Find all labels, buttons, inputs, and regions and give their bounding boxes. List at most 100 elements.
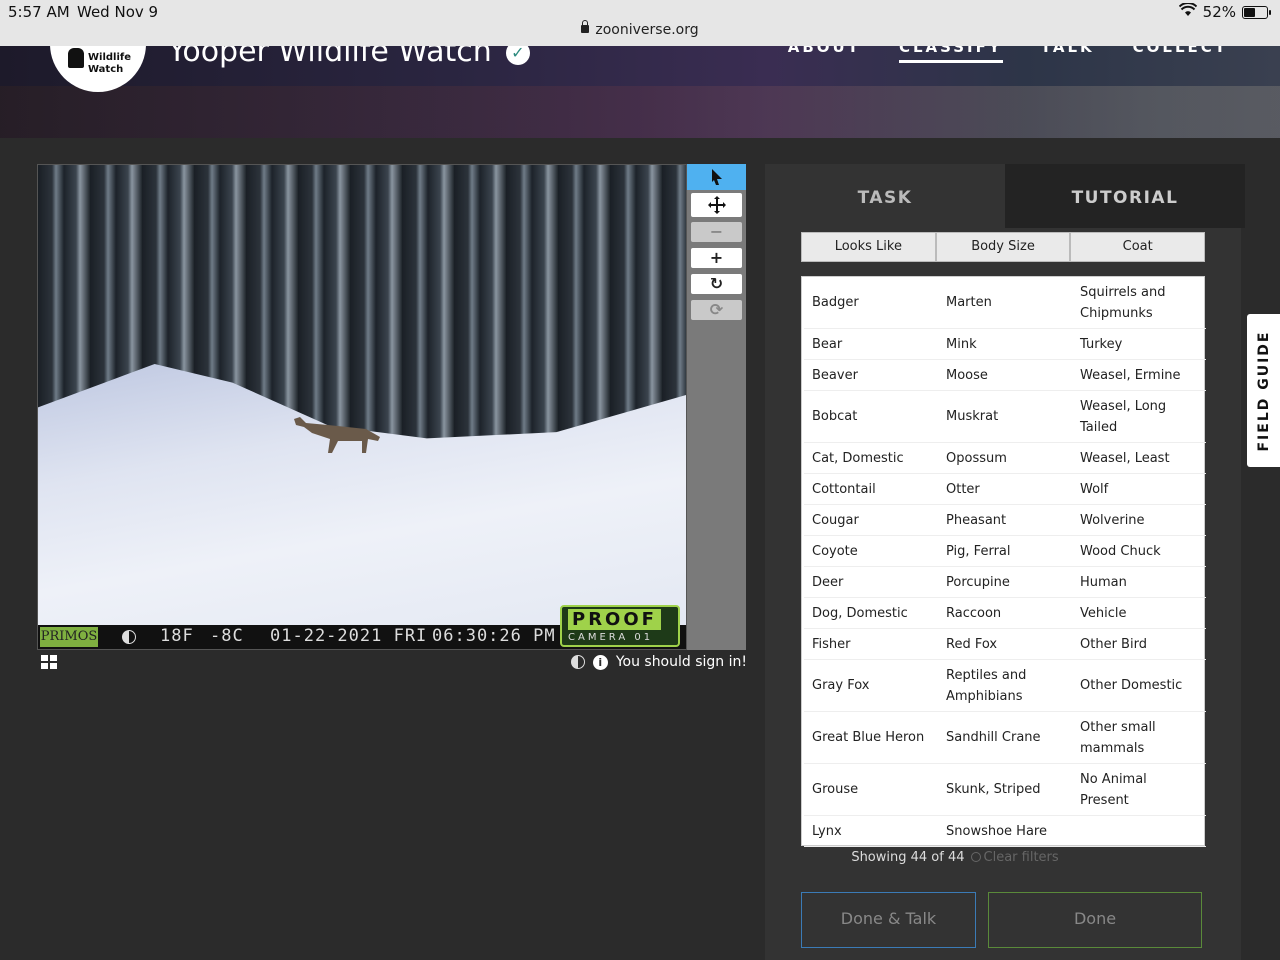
choice-item[interactable]: Sandhill Crane [938, 712, 1072, 764]
choice-item[interactable]: Otter [938, 474, 1072, 505]
subject-viewer[interactable]: PRIMOS 18F -8C 01-22-2021 FRI 06:30:26 P… [37, 164, 687, 650]
filter-button[interactable]: Body Size [935, 232, 1071, 262]
url-bar[interactable]: zooniverse.org [0, 20, 1280, 38]
battery-fill [1244, 7, 1255, 17]
choice-item[interactable]: Gray Fox [804, 660, 938, 712]
choice-item[interactable]: Moose [938, 360, 1072, 391]
choice-grid: Badger Marten Squirrels and Chipmunks Bear M… [801, 276, 1206, 847]
choice-item[interactable]: Wood Chuck [1072, 536, 1206, 567]
choice-item[interactable]: Vehicle [1072, 598, 1206, 629]
url-text: zooniverse.org [595, 22, 699, 38]
pointer-tool-button[interactable] [687, 164, 746, 190]
choice-item[interactable]: Weasel, Long Tailed [1072, 391, 1206, 443]
primos-logo: PRIMOS [40, 627, 98, 647]
battery-percent: 52% [1202, 3, 1236, 21]
tab-task[interactable]: TASK [765, 164, 1005, 228]
lock-icon [581, 20, 590, 33]
info-icon[interactable]: i [592, 654, 608, 670]
choice-item[interactable]: Other small mammals [1072, 712, 1206, 764]
choice-item[interactable]: Red Fox [938, 629, 1072, 660]
project-logo[interactable]: Wildlife Watch [50, 46, 146, 92]
done-and-talk-button[interactable]: Done & Talk [801, 892, 976, 948]
choice-empty [1072, 816, 1206, 847]
reset-button[interactable]: ⟳ [691, 300, 742, 320]
choice-item[interactable]: Opossum [938, 443, 1072, 474]
choice-item[interactable]: Coyote [804, 536, 938, 567]
showing-counter: Showing 44 of 44 Clear filters [851, 850, 1059, 865]
viewer-footer-right: i You should sign in! [570, 654, 747, 670]
filter-button[interactable]: Coat [1070, 232, 1206, 262]
choice-item[interactable]: Cat, Domestic [804, 443, 938, 474]
nav-collect[interactable]: COLLECT [1133, 46, 1228, 63]
logo-wolf-icon [68, 48, 84, 68]
zoom-in-button[interactable]: + [691, 248, 742, 268]
zoom-out-button[interactable]: − [691, 222, 742, 242]
grid-icon[interactable] [41, 655, 57, 669]
invert-icon[interactable] [570, 655, 585, 669]
choice-item[interactable]: Squirrels and Chipmunks [1072, 277, 1206, 329]
choice-item[interactable]: Skunk, Striped [938, 764, 1072, 816]
deer-figure [294, 417, 380, 453]
pointer-icon [711, 169, 722, 185]
capture-date: 01-22-2021 FRI [270, 626, 428, 646]
filter-button[interactable]: Looks Like [801, 232, 936, 262]
ban-icon [970, 852, 981, 862]
clear-filters-button[interactable]: Clear filters [970, 850, 1059, 865]
field-guide-tab[interactable]: FIELD GUIDE [1247, 314, 1280, 467]
choice-item[interactable]: Snowshoe Hare [938, 816, 1072, 847]
project-nav: ABOUT CLASSIFY TALK COLLECT [788, 46, 1228, 63]
choice-item[interactable]: Weasel, Ermine [1072, 360, 1206, 391]
subject-image[interactable]: PRIMOS 18F -8C 01-22-2021 FRI 06:30:26 P… [38, 165, 686, 649]
verified-check-icon: ✓ [505, 46, 530, 65]
choice-item[interactable]: Bear [804, 329, 938, 360]
choice-item[interactable]: Porcupine [938, 567, 1072, 598]
status-right: 52% [1178, 2, 1271, 21]
nav-talk[interactable]: TALK [1041, 46, 1095, 63]
sign-in-prompt[interactable]: You should sign in! [616, 654, 747, 670]
move-tool-button[interactable] [691, 193, 742, 217]
choice-item[interactable]: Muskrat [938, 391, 1072, 443]
choice-item[interactable]: Marten [938, 277, 1072, 329]
choice-item[interactable]: Pheasant [938, 505, 1072, 536]
choice-item[interactable]: Great Blue Heron [804, 712, 938, 764]
choice-item[interactable]: No Animal Present [1072, 764, 1206, 816]
choice-item[interactable]: Deer [804, 567, 938, 598]
choice-item[interactable]: Pig, Ferral [938, 536, 1072, 567]
choice-item[interactable]: Other Domestic [1072, 660, 1206, 712]
nav-about[interactable]: ABOUT [788, 46, 861, 63]
choice-item[interactable]: Turkey [1072, 329, 1206, 360]
tab-tutorial[interactable]: TUTORIAL [1005, 164, 1245, 228]
choice-item[interactable]: Cougar [804, 505, 938, 536]
choice-item[interactable]: Beaver [804, 360, 938, 391]
status-time: 5:57 AM [8, 3, 70, 21]
choice-item[interactable]: Weasel, Least [1072, 443, 1206, 474]
moon-phase-icon [122, 630, 136, 644]
temp-c: -8C [210, 626, 244, 646]
task-panel: TASK TUTORIAL Looks Like Body Size Coat Ba… [765, 164, 1245, 960]
choice-item[interactable]: Cottontail [804, 474, 938, 505]
move-icon [707, 196, 726, 214]
choice-item[interactable]: Mink [938, 329, 1072, 360]
choice-item[interactable]: Lynx [804, 816, 938, 847]
task-tabs: TASK TUTORIAL [765, 164, 1245, 228]
image-toolbar: − + ↻ ⟳ [687, 164, 746, 650]
choice-item[interactable]: Wolf [1072, 474, 1206, 505]
rotate-button[interactable]: ↻ [691, 274, 742, 294]
status-date: Wed Nov 9 [77, 3, 159, 21]
choice-item[interactable]: Wolverine [1072, 505, 1206, 536]
wifi-icon [1178, 2, 1197, 21]
choice-item[interactable]: Fisher [804, 629, 938, 660]
project-title[interactable]: Yooper Wildlife Watch ✓ [168, 46, 530, 69]
nav-classify[interactable]: CLASSIFY [898, 46, 1003, 63]
project-header: Wildlife Watch Yooper Wildlife Watch ✓ ABO… [0, 46, 1280, 138]
choice-item[interactable]: Grouse [804, 764, 938, 816]
choice-item[interactable]: Dog, Domestic [804, 598, 938, 629]
done-button[interactable]: Done [988, 892, 1202, 948]
choice-item[interactable]: Human [1072, 567, 1206, 598]
choice-item[interactable]: Raccoon [938, 598, 1072, 629]
choice-item[interactable]: Bobcat [804, 391, 938, 443]
choice-item[interactable]: Reptiles and Amphibians [938, 660, 1072, 712]
choice-item[interactable]: Other Bird [1072, 629, 1206, 660]
battery-icon [1242, 5, 1271, 19]
choice-item[interactable]: Badger [804, 277, 938, 329]
